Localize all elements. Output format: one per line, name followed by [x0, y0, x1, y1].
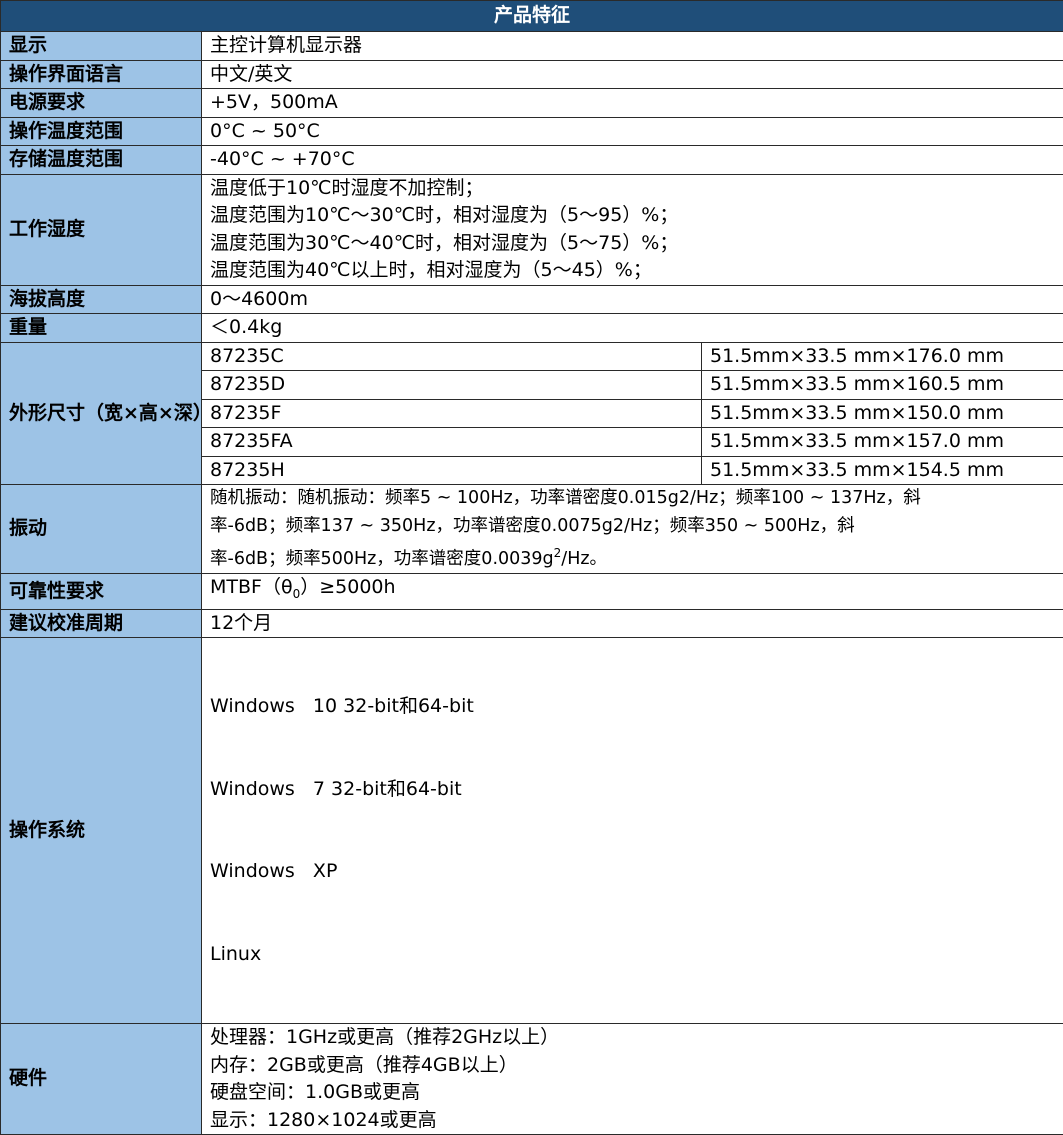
- reliability-text: MTBF（θ: [210, 576, 293, 598]
- os-line: Windows 7 32-bit和64-bit: [210, 776, 1055, 804]
- vibration-line: 率-6dB；频率500Hz，功率谱密度0.0039g2/Hz。: [210, 540, 1055, 573]
- row-value-vibration: 随机振动：随机振动：频率5 ~ 100Hz，功率谱密度0.015g2/Hz；频率…: [202, 485, 1063, 574]
- table-header-row: 产品特征: [1, 1, 1063, 32]
- row-value-calibration: 12个月: [202, 609, 1063, 638]
- row-label-reliability: 可靠性要求: [1, 574, 202, 609]
- reliability-threshold: ）≥5000h: [300, 576, 395, 598]
- row-label-display: 显示: [1, 32, 202, 61]
- row-value-power: +5V，500mA: [202, 89, 1063, 118]
- hardware-line: 显示：1280×1024或更高: [210, 1107, 1055, 1135]
- os-line: Windows XP: [210, 858, 1055, 886]
- table-row: 重量 ＜0.4kg: [1, 314, 1063, 343]
- dimension-size: 51.5mm×33.5 mm×176.0 mm: [702, 342, 1063, 371]
- table-row: 工作湿度 温度低于10℃时湿度不加控制； 温度范围为10℃～30℃时，相对湿度为…: [1, 174, 1063, 285]
- dimension-model: 87235H: [202, 456, 702, 485]
- row-label-altitude: 海拔高度: [1, 285, 202, 314]
- table-row: 可靠性要求 MTBF（θ0）≥5000h: [1, 574, 1063, 609]
- vibration-line: 率-6dB；频率137 ~ 350Hz，功率谱密度0.0075g2/Hz；频率3…: [210, 513, 1055, 541]
- dimension-size: 51.5mm×33.5 mm×150.0 mm: [702, 399, 1063, 428]
- row-value-display: 主控计算机显示器: [202, 32, 1063, 61]
- hardware-line: 内存：2GB或更高（推荐4GB以上）: [210, 1052, 1055, 1080]
- row-label-humidity: 工作湿度: [1, 174, 202, 285]
- row-value-weight: ＜0.4kg: [202, 314, 1063, 343]
- row-label-calibration: 建议校准周期: [1, 609, 202, 638]
- table-row: 电源要求 +5V，500mA: [1, 89, 1063, 118]
- table-row: 操作温度范围 0°C ~ 50°C: [1, 117, 1063, 146]
- hardware-line: 处理器：1GHz或更高（推荐2GHz以上）: [210, 1024, 1055, 1052]
- dimension-size: 51.5mm×33.5 mm×154.5 mm: [702, 456, 1063, 485]
- row-label-op-temp: 操作温度范围: [1, 117, 202, 146]
- dimension-model: 87235D: [202, 371, 702, 400]
- row-value-op-temp: 0°C ~ 50°C: [202, 117, 1063, 146]
- dimension-size: 51.5mm×33.5 mm×160.5 mm: [702, 371, 1063, 400]
- table-row: 外形尺寸（宽×高×深） 87235C 51.5mm×33.5 mm×176.0 …: [1, 342, 1063, 371]
- row-label-storage-temp: 存储温度范围: [1, 146, 202, 175]
- table-row: 存储温度范围 -40°C ~ +70°C: [1, 146, 1063, 175]
- table-row: 操作系统 Windows 10 32-bit和64-bit Windows 7 …: [1, 638, 1063, 1024]
- dimension-model: 87235F: [202, 399, 702, 428]
- row-value-humidity: 温度低于10℃时湿度不加控制； 温度范围为10℃～30℃时，相对湿度为（5～95…: [202, 174, 1063, 285]
- dimension-model: 87235C: [202, 342, 702, 371]
- row-label-power: 电源要求: [1, 89, 202, 118]
- table-row: 振动 随机振动：随机振动：频率5 ~ 100Hz，功率谱密度0.015g2/Hz…: [1, 485, 1063, 574]
- table-row: 显示 主控计算机显示器: [1, 32, 1063, 61]
- row-label-dimensions: 外形尺寸（宽×高×深）: [1, 342, 202, 485]
- row-value-language: 中文/英文: [202, 60, 1063, 89]
- vibration-line3-unit: /Hz。: [561, 549, 607, 569]
- dimension-size: 51.5mm×33.5 mm×157.0 mm: [702, 428, 1063, 457]
- dimension-model: 87235FA: [202, 428, 702, 457]
- vibration-line: 随机振动：随机振动：频率5 ~ 100Hz，功率谱密度0.015g2/Hz；频率…: [210, 485, 1055, 513]
- row-value-altitude: 0～4600m: [202, 285, 1063, 314]
- humidity-line: 温度范围为40℃以上时，相对湿度为（5～45）%；: [210, 257, 1055, 285]
- spec-table: 产品特征 显示 主控计算机显示器 操作界面语言 中文/英文 电源要求 +5V，5…: [0, 0, 1063, 1135]
- os-line: Linux: [210, 941, 1055, 969]
- vibration-line3-text: 率-6dB；频率500Hz，功率谱密度0.0039g: [210, 549, 554, 569]
- humidity-line: 温度范围为10℃～30℃时，相对湿度为（5～95）%；: [210, 202, 1055, 230]
- hardware-line: 硬盘空间：1.0GB或更高: [210, 1079, 1055, 1107]
- table-row: 建议校准周期 12个月: [1, 609, 1063, 638]
- humidity-line: 温度低于10℃时湿度不加控制；: [210, 175, 1055, 203]
- table-row: 硬件 处理器：1GHz或更高（推荐2GHz以上） 内存：2GB或更高（推荐4GB…: [1, 1024, 1063, 1135]
- row-value-storage-temp: -40°C ~ +70°C: [202, 146, 1063, 175]
- row-value-reliability: MTBF（θ0）≥5000h: [202, 574, 1063, 609]
- row-label-hardware: 硬件: [1, 1024, 202, 1135]
- humidity-line: 温度范围为30℃～40℃时，相对湿度为（5～75）%；: [210, 230, 1055, 258]
- table-title: 产品特征: [1, 1, 1063, 32]
- row-label-vibration: 振动: [1, 485, 202, 574]
- table-row: 操作界面语言 中文/英文: [1, 60, 1063, 89]
- row-value-hardware: 处理器：1GHz或更高（推荐2GHz以上） 内存：2GB或更高（推荐4GB以上）…: [202, 1024, 1063, 1135]
- row-label-os: 操作系统: [1, 638, 202, 1024]
- table-row: 海拔高度 0～4600m: [1, 285, 1063, 314]
- row-label-language: 操作界面语言: [1, 60, 202, 89]
- row-value-os: Windows 10 32-bit和64-bit Windows 7 32-bi…: [202, 638, 1063, 1024]
- row-label-weight: 重量: [1, 314, 202, 343]
- os-line: Windows 10 32-bit和64-bit: [210, 693, 1055, 721]
